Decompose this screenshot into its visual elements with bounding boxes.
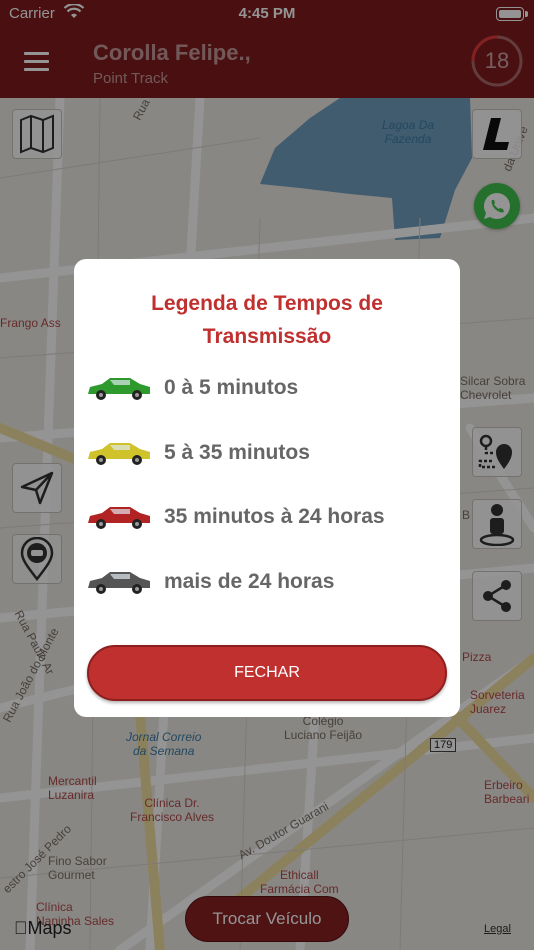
legend-item: 35 minutos à 24 horas [86, 497, 446, 537]
legend-item: 5 à 35 minutos [86, 433, 446, 473]
gray-car-icon [88, 572, 150, 594]
close-button[interactable]: FECHAR [87, 645, 447, 701]
legend-item: 0 à 5 minutos [86, 368, 446, 408]
legend-item: mais de 24 horas [86, 562, 446, 602]
yellow-car-icon [88, 443, 150, 465]
legend-label: 35 minutos à 24 horas [164, 505, 385, 528]
green-car-icon [88, 378, 150, 400]
legend-label: 0 à 5 minutos [164, 376, 299, 399]
legend-label: mais de 24 horas [164, 570, 335, 593]
close-button-label: FECHAR [234, 664, 300, 681]
dialog-title: Legenda de Tempos de Transmissão [151, 292, 383, 348]
red-car-icon [88, 507, 150, 529]
legend-label: 5 à 35 minutos [164, 441, 310, 464]
legend-dialog: Legenda de Tempos de Transmissão 0 à 5 m… [74, 259, 460, 717]
